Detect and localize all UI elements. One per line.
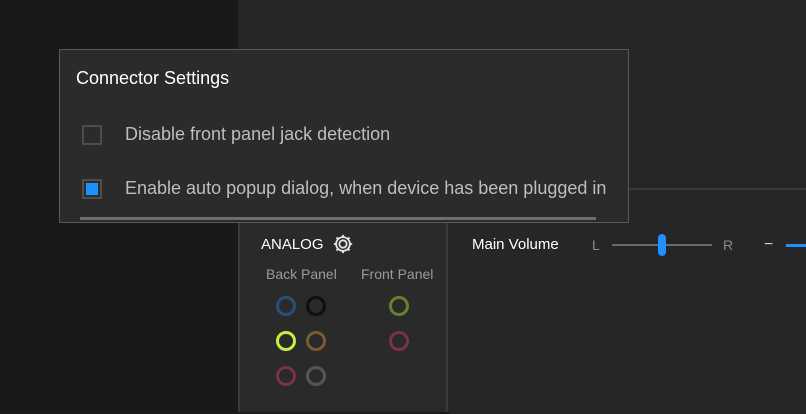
checkbox-checkmark (86, 182, 98, 195)
balance-left-label: L (592, 237, 600, 253)
dialog-horizontal-scrollbar[interactable] (80, 217, 596, 220)
auto-popup-option[interactable]: Enable auto popup dialog, when device ha… (82, 178, 606, 199)
auto-popup-label: Enable auto popup dialog, when device ha… (125, 178, 607, 198)
auto-popup-checkbox[interactable] (82, 178, 102, 199)
front-panel-jack-1[interactable] (389, 296, 409, 316)
back-panel-jack-3[interactable] (276, 331, 296, 351)
volume-minus-icon[interactable]: − (764, 236, 773, 254)
disable-jack-detection-option[interactable]: Disable front panel jack detection (82, 124, 390, 145)
main-volume-label: Main Volume (472, 236, 559, 253)
volume-level-bar[interactable] (786, 244, 806, 247)
connector-settings-dialog: Connector Settings Disable front panel j… (59, 49, 629, 223)
disable-jack-detection-label: Disable front panel jack detection (125, 124, 391, 144)
balance-slider-thumb[interactable] (658, 234, 666, 256)
back-panel-jack-4[interactable] (306, 331, 326, 351)
back-panel-jack-6[interactable] (306, 366, 326, 386)
gear-icon[interactable] (332, 233, 354, 255)
back-panel-jack-5[interactable] (276, 366, 296, 386)
back-panel-label: Back Panel (266, 266, 337, 282)
back-panel-jack-2[interactable] (306, 296, 326, 316)
disable-jack-detection-checkbox[interactable] (82, 124, 102, 145)
back-panel-jack-1[interactable] (276, 296, 296, 316)
analog-title: ANALOG (261, 236, 324, 253)
front-panel-label: Front Panel (361, 266, 434, 282)
front-panel-jack-2[interactable] (389, 331, 409, 351)
dialog-title: Connector Settings (76, 68, 230, 88)
balance-right-label: R (723, 237, 734, 253)
